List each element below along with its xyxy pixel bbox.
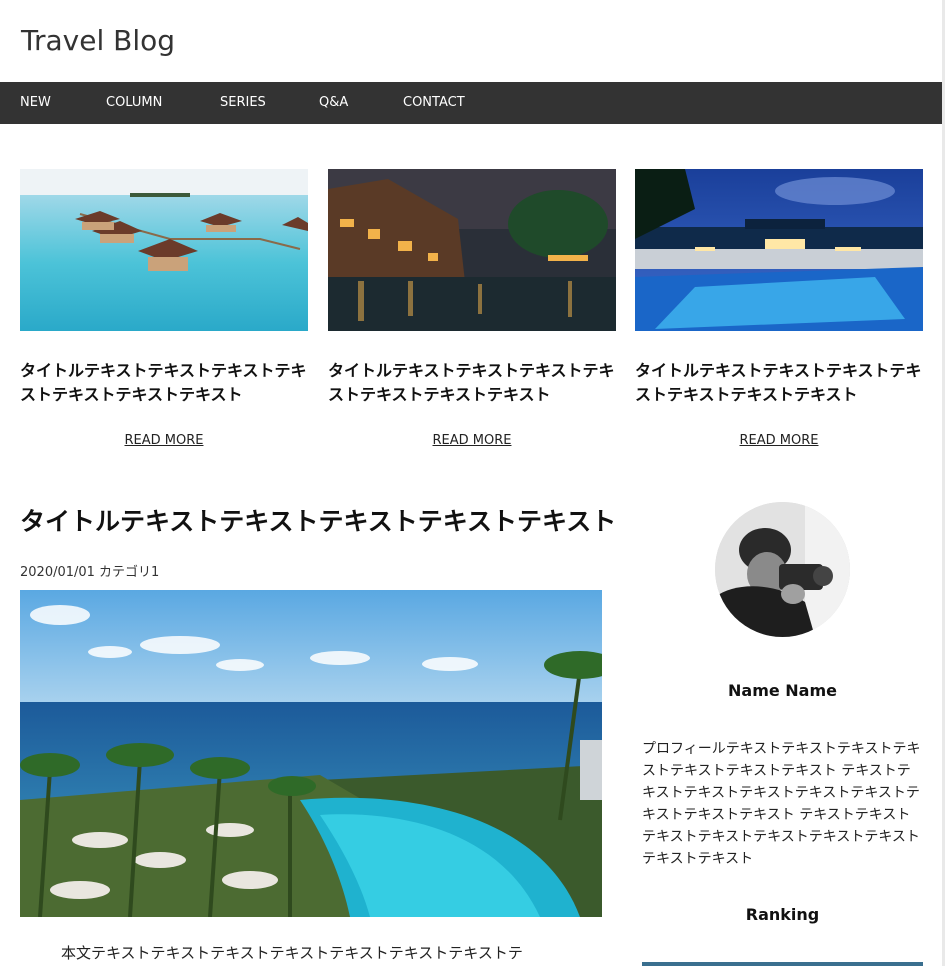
card-thumbnail[interactable] [328, 169, 616, 331]
read-more-link[interactable]: READ MORE [20, 433, 308, 448]
article-card: タイトルテキストテキストテキストテキストテキストテキストテキスト READ MO… [328, 169, 616, 448]
ranking-item-thumbnail[interactable] [642, 962, 923, 966]
profile-text: プロフィールテキストテキストテキストテキストテキストテキストテキスト テキストテ… [642, 741, 921, 867]
article-title[interactable]: タイトルテキストテキストテキストテキストテキスト [20, 502, 616, 538]
profile-name: Name Name [728, 681, 837, 700]
site-title[interactable]: Travel Blog [21, 24, 175, 57]
card-title[interactable]: タイトルテキストテキストテキストテキストテキストテキストテキスト [328, 359, 616, 407]
card-title[interactable]: タイトルテキストテキストテキストテキストテキストテキストテキスト [20, 359, 308, 407]
canal-town-night-image [328, 169, 616, 331]
nav-item-series[interactable]: SERIES [220, 95, 266, 110]
overwater-bungalows-image [20, 169, 308, 331]
article-hero-image [20, 590, 602, 917]
article-category[interactable]: カテゴリ1 [99, 565, 159, 580]
photographer-portrait-image [715, 502, 850, 637]
card-title[interactable]: タイトルテキストテキストテキストテキストテキストテキストテキスト [635, 359, 923, 407]
article-date: 2020/01/01 [20, 565, 95, 580]
global-nav: NEW COLUMN SERIES Q&A CONTACT [0, 82, 942, 124]
avatar [715, 502, 850, 637]
resort-pool-night-image [635, 169, 923, 331]
site-header: Travel Blog [0, 0, 942, 82]
article-body-text: 本文テキストテキストテキストテキストテキストテキストテキストテ [61, 944, 523, 962]
nav-item-new[interactable]: NEW [20, 95, 51, 110]
ocean-resort-pool-image [20, 590, 602, 917]
read-more-link[interactable]: READ MORE [635, 433, 923, 448]
card-thumbnail[interactable] [20, 169, 308, 331]
read-more-link[interactable]: READ MORE [328, 433, 616, 448]
nav-item-contact[interactable]: CONTACT [403, 95, 465, 110]
card-thumbnail[interactable] [635, 169, 923, 331]
nav-item-qa[interactable]: Q&A [319, 95, 348, 110]
article-card: タイトルテキストテキストテキストテキストテキストテキストテキスト READ MO… [635, 169, 923, 448]
nav-item-column[interactable]: COLUMN [106, 95, 162, 110]
ranking-heading: Ranking [745, 905, 820, 924]
article-meta: 2020/01/01 カテゴリ1 [20, 561, 159, 580]
article-card: タイトルテキストテキストテキストテキストテキストテキストテキスト READ MO… [20, 169, 308, 448]
